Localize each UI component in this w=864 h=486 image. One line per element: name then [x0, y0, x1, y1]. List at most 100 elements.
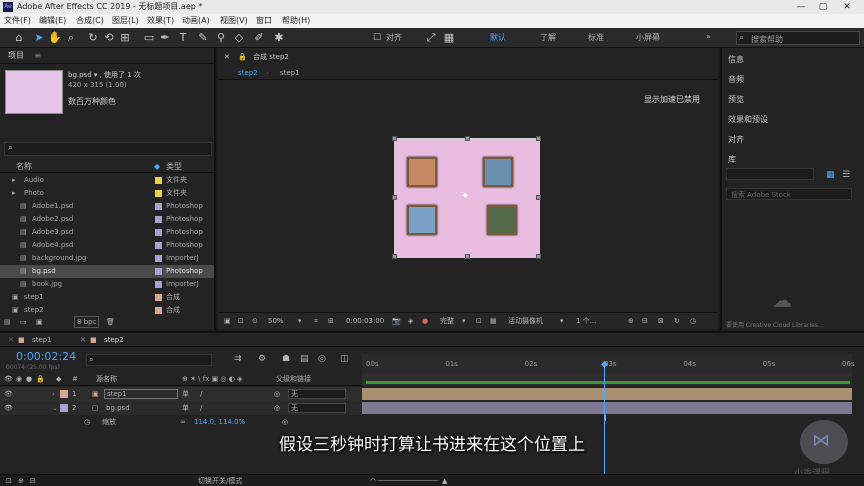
chevron-down-icon[interactable]: ▾: [298, 313, 302, 329]
menu-composition[interactable]: 合成(C): [76, 14, 104, 28]
layer-name[interactable]: bg.psd: [106, 401, 130, 415]
project-item[interactable]: ▸ Audio 文件夹: [0, 174, 214, 187]
zoom-dropdown[interactable]: 50%: [268, 313, 284, 329]
transform-handle[interactable]: [536, 195, 541, 200]
comp-flowchart-icon[interactable]: ⇉: [234, 354, 242, 364]
menu-file[interactable]: 文件(F): [4, 14, 31, 28]
stock-search-field[interactable]: 搜索 Adobe Stock: [726, 188, 852, 200]
search-help-field[interactable]: ⌕ 搜索帮助: [736, 31, 860, 45]
workspace-default[interactable]: 默认: [490, 32, 506, 43]
pen-tool-icon[interactable]: ✒: [158, 31, 172, 45]
render-icon[interactable]: ⊡: [6, 475, 12, 486]
maximize-button[interactable]: ▢: [812, 0, 834, 14]
column-name[interactable]: 名称: [16, 160, 32, 173]
interpret-footage-icon[interactable]: ▤: [4, 316, 11, 328]
solo-icon[interactable]: ●: [26, 373, 32, 386]
panel-align[interactable]: 对齐: [728, 134, 744, 145]
current-time[interactable]: 0:00:03:00: [346, 313, 384, 329]
menu-animation[interactable]: 动画(A): [182, 14, 210, 28]
flowchart-icon[interactable]: ⊠: [658, 313, 664, 329]
reset-exposure-icon[interactable]: ⊕: [628, 313, 634, 329]
column-type[interactable]: 类型: [166, 160, 182, 173]
panel-info[interactable]: 信息: [728, 54, 744, 65]
vr-icon[interactable]: ⊙: [252, 313, 258, 329]
mask-view-icon[interactable]: ⊡: [238, 313, 244, 329]
transform-handle[interactable]: [536, 254, 541, 259]
fast-preview-icon[interactable]: ↻: [674, 313, 680, 329]
motion-blur-icon[interactable]: ◎: [318, 354, 326, 364]
menu-window[interactable]: 窗口: [256, 14, 272, 28]
pan-behind-tool-icon[interactable]: ⊞: [118, 31, 132, 45]
viewer-tab-step1[interactable]: step1: [280, 66, 300, 80]
library-dropdown[interactable]: [726, 168, 814, 180]
viewer-tab-step2[interactable]: step2: [238, 66, 258, 80]
playhead-handle-icon[interactable]: ⬥: [601, 359, 608, 370]
label-color-swatch[interactable]: [155, 242, 162, 249]
project-item[interactable]: ▤ background.jpg ImporterJ: [0, 252, 214, 265]
chevron-down-icon[interactable]: ▾: [560, 313, 564, 329]
roi-icon[interactable]: ⊡: [476, 313, 482, 329]
rotate-tool-icon[interactable]: ↻: [86, 31, 100, 45]
delete-icon[interactable]: 🗑: [106, 316, 115, 328]
resolution-dropdown[interactable]: 完整: [440, 313, 454, 329]
label-icon[interactable]: ◆: [56, 373, 61, 386]
panel-preview[interactable]: 预览: [728, 94, 744, 105]
rectangle-tool-icon[interactable]: ▭: [142, 31, 156, 45]
label-color-swatch[interactable]: [155, 177, 162, 184]
zoom-out-icon[interactable]: ◠: [370, 475, 376, 486]
scale-value[interactable]: 114.0, 114.0%: [194, 415, 245, 429]
layer-label-color[interactable]: [60, 404, 68, 412]
grid-icon[interactable]: ▦: [442, 31, 456, 45]
work-area[interactable]: [362, 374, 852, 386]
zoom-in-icon[interactable]: ▲: [442, 475, 447, 486]
transform-handle[interactable]: [392, 254, 397, 259]
lock-icon[interactable]: 🔒: [36, 373, 45, 386]
layer-name[interactable]: step1: [104, 389, 178, 399]
timeline-tab-step1[interactable]: step1: [32, 333, 52, 347]
expand-icon[interactable]: ⊕: [18, 475, 24, 486]
label-color-swatch[interactable]: [155, 229, 162, 236]
region-icon[interactable]: ⊞: [328, 313, 334, 329]
switches-icon[interactable]: ⊕ ✶ \ fx ▣ ◎ ◐ ◈: [182, 373, 242, 386]
collapse-switch-icon[interactable]: 单: [182, 387, 189, 401]
toggle-switches-modes[interactable]: 切换开关/模式: [198, 475, 242, 486]
visibility-icon[interactable]: 👁: [4, 387, 13, 401]
project-item[interactable]: ▸ Photo 文件夹: [0, 187, 214, 200]
layer-label-color[interactable]: [60, 390, 68, 398]
hand-tool-icon[interactable]: ✋: [48, 31, 62, 45]
transform-handle[interactable]: [392, 136, 397, 141]
eraser-tool-icon[interactable]: ◇: [232, 31, 246, 45]
layer-1-bar[interactable]: [362, 388, 852, 400]
parent-dropdown[interactable]: 无: [288, 389, 346, 399]
new-folder-icon[interactable]: ▭: [20, 316, 27, 328]
shy-layers-icon[interactable]: ☗: [282, 354, 290, 364]
panel-audio[interactable]: 音频: [728, 74, 744, 85]
project-item[interactable]: ▤ Adobe2.psd Photoshop: [0, 213, 214, 226]
panel-effects-presets[interactable]: 效果和预设: [728, 114, 768, 125]
camera-tool-icon[interactable]: ⟲: [102, 31, 116, 45]
lock-icon[interactable]: 🔒: [238, 53, 247, 61]
expand-chevron-icon[interactable]: ›: [52, 387, 55, 401]
views-dropdown[interactable]: 1 个...: [576, 313, 596, 329]
transform-handle[interactable]: [392, 195, 397, 200]
label-color-swatch[interactable]: [155, 216, 162, 223]
quality-switch-icon[interactable]: /: [200, 401, 202, 415]
close-button[interactable]: ✕: [836, 0, 858, 14]
timeline-tab-step2[interactable]: step2: [104, 333, 124, 347]
menu-layer[interactable]: 图层(L): [112, 14, 139, 28]
close-icon[interactable]: ✕: [80, 333, 86, 347]
minimize-button[interactable]: —: [790, 0, 812, 14]
menu-view[interactable]: 视图(V): [220, 14, 248, 28]
transform-handle[interactable]: [536, 136, 541, 141]
project-item[interactable]: ▤ Adobe4.psd Photoshop: [0, 239, 214, 252]
selection-tool-icon[interactable]: ➤: [32, 31, 46, 45]
project-item[interactable]: ▤ book.jpg ImporterJ: [0, 278, 214, 291]
align-checkbox-icon[interactable]: ☐: [370, 31, 384, 45]
label-color-swatch[interactable]: [155, 307, 162, 314]
draft-3d-icon[interactable]: ⚙: [258, 354, 266, 364]
quality-switch-icon[interactable]: /: [200, 387, 202, 401]
project-item[interactable]: ▣ step1 合成: [0, 291, 214, 304]
column-parent[interactable]: 父级和链接: [276, 373, 311, 386]
transparency-grid-icon[interactable]: ▦: [490, 313, 497, 329]
home-icon[interactable]: ⌂: [12, 31, 26, 45]
